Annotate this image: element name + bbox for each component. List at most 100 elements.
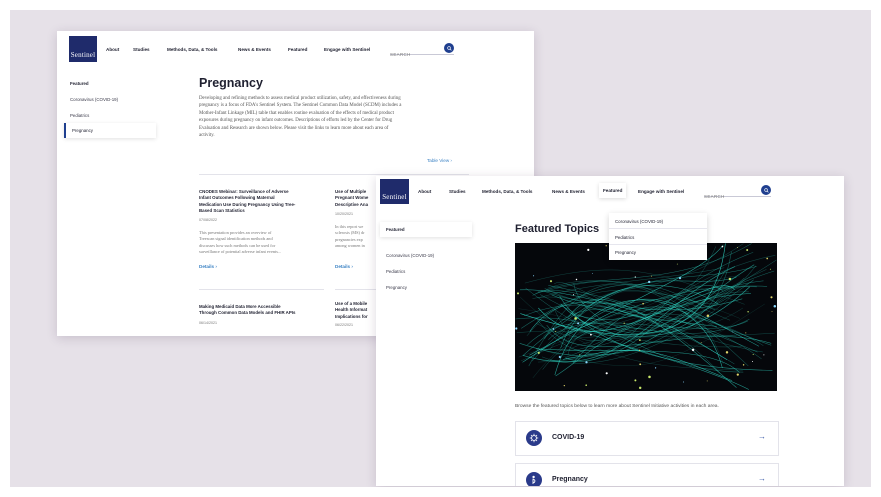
network-node-dot xyxy=(563,384,565,387)
nav-engage[interactable]: Engage with Sentinel xyxy=(324,47,370,52)
divider xyxy=(199,174,469,175)
network-node-dot xyxy=(537,351,540,354)
topic-label: COVID-19 xyxy=(552,434,585,441)
virus-icon xyxy=(526,430,542,446)
network-node-dot xyxy=(700,342,702,344)
topic-card-covid[interactable]: COVID-19 → xyxy=(515,421,779,456)
network-node-dot xyxy=(552,328,555,330)
network-node-dot xyxy=(639,363,642,366)
network-node-dot xyxy=(737,247,739,249)
network-node-dot xyxy=(771,310,773,312)
network-node-dot xyxy=(648,375,651,379)
browse-description: Browse the featured topics below to lear… xyxy=(515,404,719,409)
nav-featured: Featured xyxy=(603,188,623,193)
network-node-dot xyxy=(574,317,577,320)
featured-dropdown-menu: Coronavirus (COVID-19) Pediatrics Pregna… xyxy=(609,213,707,260)
network-node-dot xyxy=(676,263,678,265)
network-node-dot xyxy=(605,372,608,375)
network-node-dot xyxy=(691,348,695,352)
network-node-dot xyxy=(766,257,769,260)
network-node-dot xyxy=(769,268,771,270)
nav-engage[interactable]: Engage with Sentinel xyxy=(638,189,684,194)
nav-studies[interactable]: Studies xyxy=(133,47,150,52)
nav-methods[interactable]: Methods, Data, & Tools xyxy=(167,47,217,52)
featured-page-window: Sentinel About Studies Methods, Data, & … xyxy=(376,176,844,486)
sidebar-item-pregnancy-active[interactable]: Pregnancy xyxy=(64,123,156,138)
network-node-dot xyxy=(683,381,685,383)
network-node-dot xyxy=(638,349,641,351)
network-flow-line xyxy=(537,267,725,299)
card-title[interactable]: CNODES Webinar: Surveillance of Adverse … xyxy=(199,189,324,215)
network-node-dot xyxy=(590,333,592,336)
sentinel-logo[interactable]: Sentinel xyxy=(69,36,97,62)
nav-featured[interactable]: Featured xyxy=(288,47,307,52)
nav-featured-active[interactable]: Featured xyxy=(599,183,626,198)
search-button[interactable] xyxy=(761,185,771,195)
dropdown-item-covid[interactable]: Coronavirus (COVID-19) xyxy=(615,219,663,224)
search-button[interactable] xyxy=(444,43,454,53)
network-node-dot xyxy=(549,280,553,283)
network-node-dot xyxy=(732,331,734,333)
sidebar-item-featured-active[interactable]: Featured xyxy=(380,222,472,237)
network-flow-line xyxy=(538,285,735,332)
intro-paragraph: Developing and refining methods to asses… xyxy=(199,96,402,139)
details-link[interactable]: Details › xyxy=(199,264,217,269)
nav-methods[interactable]: Methods, Data, & Tools xyxy=(482,189,532,194)
network-node-dot xyxy=(638,386,642,390)
nav-about[interactable]: About xyxy=(418,189,431,194)
sidebar-item-featured: Featured xyxy=(386,227,405,232)
hero-network-image xyxy=(515,243,777,391)
divider xyxy=(199,289,324,290)
topic-card-pregnancy[interactable]: Pregnancy → xyxy=(515,463,779,486)
nav-studies[interactable]: Studies xyxy=(449,189,466,194)
network-node-dot xyxy=(642,302,644,305)
network-node-dot xyxy=(634,379,637,382)
nav-news-events[interactable]: News & Events xyxy=(238,47,271,52)
nav-about[interactable]: About xyxy=(106,47,119,52)
network-node-dot xyxy=(736,373,739,376)
network-node-dot xyxy=(742,364,745,366)
network-node-dot xyxy=(555,331,557,332)
search-input[interactable] xyxy=(390,49,440,60)
network-node-dot xyxy=(752,353,754,356)
sidebar-item-covid[interactable]: Coronavirus (COVID-19) xyxy=(70,97,118,102)
network-node-dot xyxy=(651,275,653,277)
network-node-dot xyxy=(725,351,729,354)
sidebar-item-pregnancy: Pregnancy xyxy=(72,128,93,133)
sidebar-item-pregnancy[interactable]: Pregnancy xyxy=(386,285,407,290)
sidebar-item-covid[interactable]: Coronavirus (COVID-19) xyxy=(386,253,434,258)
network-flow-line xyxy=(568,299,737,388)
search-box xyxy=(704,185,771,202)
page-title: Featured Topics xyxy=(515,223,600,235)
network-flow-line xyxy=(528,303,765,366)
network-node-dot xyxy=(634,276,636,278)
network-node-dot xyxy=(533,275,535,277)
search-box xyxy=(390,43,454,60)
sidebar-item-pediatrics[interactable]: Pediatrics xyxy=(386,269,405,274)
network-node-dot xyxy=(770,296,773,299)
nav-news-events[interactable]: News & Events xyxy=(552,189,585,194)
search-input[interactable] xyxy=(704,191,754,202)
table-view-link[interactable]: Table View › xyxy=(427,158,452,163)
network-visualization-graphic xyxy=(515,243,777,390)
dropdown-item-pediatrics[interactable]: Pediatrics xyxy=(615,235,634,240)
divider xyxy=(609,244,707,245)
network-node-dot xyxy=(745,332,747,334)
sidebar-item-pediatrics[interactable]: Pediatrics xyxy=(70,113,89,118)
network-node-dot xyxy=(515,327,518,330)
card-date: 06/14/2021 xyxy=(199,321,217,325)
pregnancy-icon xyxy=(526,472,542,486)
network-node-dot xyxy=(579,354,581,356)
network-node-dot xyxy=(706,380,708,382)
network-node-dot xyxy=(605,245,607,247)
dropdown-item-pregnancy[interactable]: Pregnancy xyxy=(615,250,636,255)
network-node-dot xyxy=(591,272,593,274)
network-node-dot xyxy=(516,292,520,295)
page-title: Pregnancy xyxy=(199,76,263,90)
card-date: 06/22/2021 xyxy=(335,323,353,327)
details-link[interactable]: Details › xyxy=(335,264,353,269)
card-title[interactable]: Making Medicaid Data More Accessible Thr… xyxy=(199,304,334,317)
network-node-dot xyxy=(558,355,561,359)
sentinel-logo[interactable]: Sentinel xyxy=(380,179,409,204)
sidebar-item-featured[interactable]: Featured xyxy=(70,81,89,86)
